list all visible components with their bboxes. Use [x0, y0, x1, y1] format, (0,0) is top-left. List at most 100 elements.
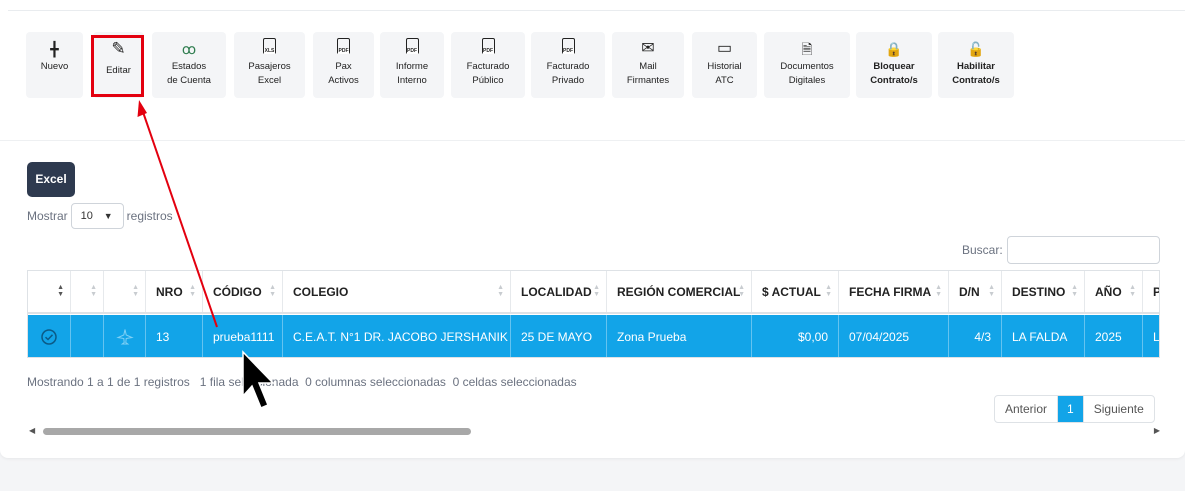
- historial-atc-button[interactable]: ▭ Historial ATC: [692, 32, 757, 98]
- unlock-icon: 🔓: [967, 41, 985, 57]
- sort-icon: ▲ ▼: [90, 284, 97, 298]
- table-header: ▲ ▼ ▲ ▼ ▲ ▼ NRO ▲ ▼ CÓDIGO ▲ ▼ COLEGIO ▲ ▼ LOCALI…: [28, 271, 1159, 314]
- page-1-button[interactable]: 1: [1058, 396, 1083, 422]
- informe-interno-button[interactable]: PDF Informe Interno: [380, 32, 444, 98]
- divider: [0, 140, 1185, 141]
- editar-label: Editar: [106, 65, 131, 76]
- column-header-codigo[interactable]: CÓDIGO ▲ ▼: [203, 271, 283, 312]
- column-label: DESTINO: [1012, 284, 1066, 299]
- sort-icon: ▲ ▼: [593, 284, 600, 298]
- column-label: AÑO: [1095, 284, 1122, 299]
- column-header-nro[interactable]: NRO ▲ ▼: [146, 271, 203, 312]
- main-card: ╋ Nuevo ✎ Editar ꝏ Estados de Cuenta XLS…: [0, 0, 1185, 458]
- pagination: Anterior 1 Siguiente: [994, 395, 1155, 423]
- facturado-publico-button[interactable]: PDF Facturado Público: [451, 32, 525, 98]
- column-header-destino[interactable]: DESTINO ▲ ▼: [1002, 271, 1085, 312]
- pax-activos-button[interactable]: PDF Pax Activos: [313, 32, 374, 98]
- column-header-localidad[interactable]: LOCALIDAD ▲ ▼: [511, 271, 607, 312]
- pencil-icon: ✎: [111, 39, 126, 58]
- editar-button[interactable]: ✎ Editar: [93, 32, 144, 98]
- previous-page-button[interactable]: Anterior: [995, 396, 1059, 422]
- horizontal-scrollbar[interactable]: ◀ ▶: [27, 424, 1162, 438]
- search-label: Buscar:: [962, 243, 1003, 257]
- documentos-digitales-button[interactable]: 🗎 Documentos Digitales: [764, 32, 850, 98]
- column-header-blank[interactable]: ▲ ▼: [104, 271, 146, 312]
- table-info: Mostrando 1 a 1 de 1 registros 1 fila se…: [27, 375, 577, 389]
- sort-icon: ▲ ▼: [497, 284, 504, 298]
- column-header-fecha-firma[interactable]: FECHA FIRMA ▲ ▼: [839, 271, 949, 312]
- row-select-cell[interactable]: [28, 315, 71, 357]
- search-input[interactable]: [1006, 236, 1160, 264]
- scroll-thumb[interactable]: [43, 428, 471, 435]
- scroll-right-arrow-icon[interactable]: ▶: [1154, 424, 1160, 438]
- bloquear-label: Bloquear Contrato/s: [870, 61, 918, 86]
- cell-anio: 2025: [1085, 315, 1143, 357]
- page-length-value: 10: [80, 210, 93, 222]
- column-label: LOCALIDAD: [521, 284, 592, 299]
- envelope-icon: ✉: [641, 40, 655, 57]
- column-label: CÓDIGO: [213, 284, 262, 299]
- contracts-table: ▲ ▼ ▲ ▼ ▲ ▼ NRO ▲ ▼ CÓDIGO ▲ ▼ COLEGIO ▲ ▼ LOCALI…: [27, 270, 1160, 358]
- column-header-region[interactable]: REGIÓN COMERCIAL ▲ ▼: [607, 271, 752, 312]
- nuevo-button[interactable]: ╋ Nuevo: [26, 32, 83, 98]
- mail-firmantes-button[interactable]: ✉ Mail Firmantes: [612, 32, 684, 98]
- next-page-button[interactable]: Siguiente: [1082, 396, 1154, 422]
- historial-label: Historial ATC: [707, 61, 742, 86]
- column-label: PL: [1153, 285, 1159, 299]
- sort-icon: ▲ ▼: [189, 284, 196, 298]
- excel-export-button[interactable]: Excel: [27, 162, 75, 197]
- column-header-actual[interactable]: $ ACTUAL ▲ ▼: [752, 271, 839, 312]
- plane-icon: [115, 328, 134, 344]
- bloquear-contrato-button[interactable]: 🔒 Bloquear Contrato/s: [856, 32, 932, 98]
- cell-colegio: C.E.A.T. N°1 DR. JACOBO JERSHANIK -: [283, 315, 511, 357]
- pdf-file-icon: PDF: [313, 38, 374, 60]
- column-label: NRO: [156, 284, 183, 299]
- mail-label: Mail Firmantes: [626, 61, 670, 86]
- table-cell: [71, 315, 104, 357]
- cell-dn: 4/3: [949, 315, 1002, 357]
- page-length-control: Mostrar 10 ▼ registros: [27, 203, 173, 229]
- facturado-publico-label: Facturado Público: [466, 61, 510, 86]
- search-control: Buscar:: [962, 236, 1160, 264]
- column-header-blank[interactable]: ▲ ▼: [71, 271, 104, 312]
- habilitar-contrato-button[interactable]: 🔓 Habilitar Contrato/s: [938, 32, 1014, 98]
- nuevo-label: Nuevo: [40, 61, 69, 72]
- lock-icon: 🔒: [885, 41, 903, 57]
- informe-label: Informe Interno: [395, 61, 429, 86]
- cell-pl: LA: [1143, 315, 1159, 357]
- column-label: REGIÓN COMERCIAL: [617, 284, 741, 299]
- sort-icon: ▲ ▼: [935, 284, 942, 298]
- pasajeros-excel-button[interactable]: XLS Pasajeros Excel: [234, 32, 305, 98]
- cell-region: Zona Prueba: [607, 315, 752, 357]
- cell-actual: $0,00: [752, 315, 839, 357]
- plus-icon: ╋: [50, 41, 59, 57]
- table-row[interactable]: 13 prueba1111 C.E.A.T. N°1 DR. JACOBO JE…: [28, 315, 1159, 357]
- document-icon: 🗎: [801, 41, 813, 57]
- facturado-privado-button[interactable]: PDF Facturado Privado: [531, 32, 605, 98]
- pdf-file-icon: PDF: [451, 38, 525, 60]
- sort-icon: ▲ ▼: [132, 284, 139, 298]
- column-label: COLEGIO: [293, 284, 349, 299]
- sort-icon: ▲ ▼: [57, 284, 64, 298]
- column-header-colegio[interactable]: COLEGIO ▲ ▼: [283, 271, 511, 312]
- page-length-select[interactable]: 10 ▼: [70, 203, 124, 229]
- table-cell[interactable]: [104, 315, 146, 357]
- cell-localidad: 25 DE MAYO: [511, 315, 607, 357]
- chat-icon: ▭: [716, 40, 733, 57]
- pasajeros-label: Pasajeros Excel: [248, 61, 291, 86]
- column-header-pl[interactable]: PL: [1143, 271, 1159, 312]
- column-header-dn[interactable]: D/N ▲ ▼: [949, 271, 1002, 312]
- cell-codigo: prueba1111: [203, 315, 283, 357]
- column-header-anio[interactable]: AÑO ▲ ▼: [1085, 271, 1143, 312]
- estados-label: Estados de Cuenta: [167, 61, 211, 86]
- cell-nro: 13: [146, 315, 203, 357]
- sort-icon: ▲ ▼: [1129, 284, 1136, 298]
- scroll-left-arrow-icon[interactable]: ◀: [29, 424, 35, 438]
- estados-de-cuenta-button[interactable]: ꝏ Estados de Cuenta: [152, 32, 226, 98]
- length-prefix: Mostrar: [27, 209, 68, 223]
- users-icon: ꝏ: [181, 41, 197, 57]
- cell-destino: LA FALDA: [1002, 315, 1085, 357]
- pdf-file-icon: PDF: [380, 38, 444, 60]
- column-header-select[interactable]: ▲ ▼: [28, 271, 71, 312]
- chevron-down-icon: ▼: [103, 211, 113, 221]
